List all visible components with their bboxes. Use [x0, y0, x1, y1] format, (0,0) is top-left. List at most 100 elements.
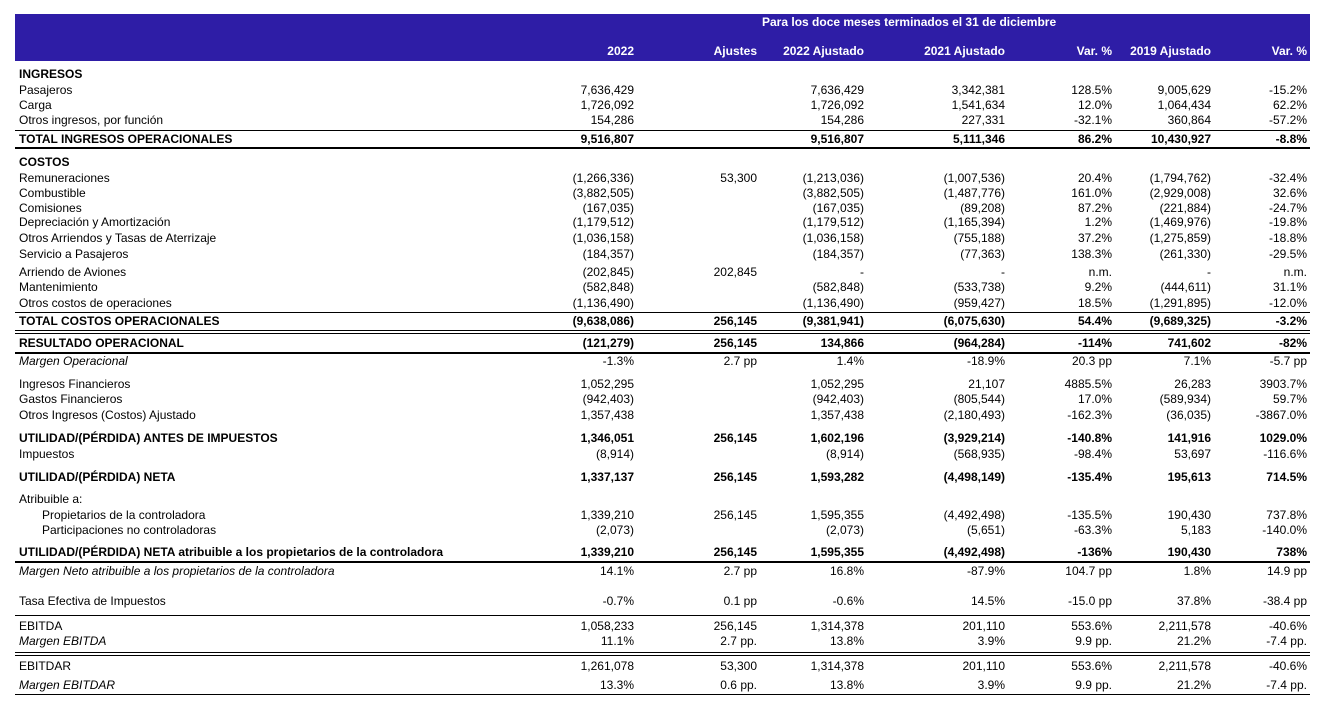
table-cell: (4,492,498) — [943, 545, 1005, 559]
table-cell: 227,331 — [961, 113, 1005, 127]
row-label: TOTAL COSTOS OPERACIONALES — [19, 314, 220, 328]
table-cell: (3,929,214) — [943, 431, 1005, 445]
table-cell: 360,864 — [1167, 113, 1211, 127]
table-cell: 1,339,210 — [580, 545, 634, 559]
table-cell: 3.9% — [977, 634, 1005, 648]
table-cell: (589,934) — [1159, 392, 1211, 406]
table-cell: (8,914) — [825, 447, 864, 461]
table-cell: 9,516,807 — [580, 132, 634, 146]
row-label: Arriendo de Aviones — [19, 265, 127, 279]
table-cell: (2,073) — [825, 523, 864, 537]
table-cell: (1,165,394) — [943, 215, 1005, 229]
table-cell: (1,179,512) — [802, 215, 864, 229]
table-cell: -40.6% — [1268, 659, 1307, 673]
row-label: UTILIDAD/(PÉRDIDA) NETA atribuible a los… — [19, 545, 444, 559]
table-row: Depreciación y Amortización (1,179,512) (1… — [15, 215, 1310, 231]
table-cell: n.m. — [1283, 265, 1307, 279]
table-cell: 2,211,578 — [1158, 659, 1212, 673]
table-cell: 9.9 pp. — [1075, 678, 1112, 692]
table-row: Otros Ingresos (Costos) Ajustado 1,357,43… — [15, 408, 1310, 424]
table-cell: 37.2% — [1077, 231, 1112, 245]
divider — [15, 147, 1310, 149]
table-cell: 14.5% — [970, 594, 1005, 608]
row-label: Margen Operacional — [19, 354, 128, 368]
period-title: Para los doce meses terminados el 31 de … — [762, 15, 1057, 29]
table-cell: (959,427) — [953, 296, 1005, 310]
row-label: Otros Arriendos y Tasas de Aterrizaje — [19, 231, 217, 245]
table-cell: (1,179,512) — [572, 215, 634, 229]
table-cell: (2,073) — [595, 523, 634, 537]
table-row: Otros Arriendos y Tasas de Aterrizaje (1,… — [15, 231, 1310, 247]
row-label: INGRESOS — [19, 67, 83, 81]
table-cell: 7,636,429 — [810, 83, 864, 97]
table-cell: 1,052,295 — [810, 377, 864, 391]
table-cell: 1,261,078 — [580, 659, 634, 673]
row-label: EBITDA — [19, 619, 63, 633]
table-cell: (261,330) — [1159, 247, 1211, 261]
table-cell: -98.4% — [1073, 447, 1112, 461]
table-cell: -7.4 pp. — [1266, 678, 1307, 692]
table-cell: -135.5% — [1067, 508, 1112, 522]
table-cell: (221,884) — [1159, 201, 1211, 215]
table-cell: 1.8% — [1183, 564, 1211, 578]
table-cell: 256,145 — [713, 619, 757, 633]
table-cell: (8,914) — [595, 447, 634, 461]
table-cell: 9,005,629 — [1157, 83, 1211, 97]
table-cell: -32.4% — [1268, 171, 1307, 185]
table-cell: (9,689,325) — [1149, 314, 1211, 328]
table-row: Arriendo de Aviones (202,845) 202,845 - - n.m… — [15, 265, 1310, 281]
table-cell: 32.6% — [1272, 186, 1307, 200]
table-cell: (805,544) — [953, 392, 1005, 406]
divider — [15, 130, 1310, 131]
table-cell: 1,314,378 — [810, 619, 864, 633]
row-label: Atribuible a: — [19, 492, 83, 506]
table-cell: 53,300 — [720, 171, 757, 185]
table-cell: -3867.0% — [1255, 408, 1307, 422]
table-cell: (3,882,505) — [572, 186, 634, 200]
table-cell: -116.6% — [1263, 447, 1307, 461]
table-cell: -38.4 pp — [1262, 594, 1307, 608]
row-label: UTILIDAD/(PÉRDIDA) NETA — [19, 470, 176, 484]
table-cell: 20.3 pp — [1071, 354, 1112, 368]
table-cell: (3,882,505) — [802, 186, 864, 200]
table-cell: (167,035) — [812, 201, 864, 215]
table-cell: (9,638,086) — [572, 314, 634, 328]
table-cell: (533,738) — [953, 280, 1005, 294]
table-cell: 1,337,137 — [580, 470, 634, 484]
table-cell: 86.2% — [1077, 132, 1112, 146]
table-cell: 7.1% — [1183, 354, 1211, 368]
table-cell: -135.4% — [1067, 470, 1112, 484]
table-cell: - — [1207, 265, 1211, 279]
table-cell: 1,058,233 — [580, 619, 634, 633]
table-cell: -114% — [1077, 336, 1112, 350]
table-cell: (121,279) — [582, 336, 634, 350]
table-cell: -15.2% — [1268, 83, 1307, 97]
table-cell: 104.7 pp — [1065, 564, 1112, 578]
table-cell: 13.3% — [599, 678, 634, 692]
table-cell: 1029.0% — [1259, 431, 1307, 445]
table-cell: 37.8% — [1176, 594, 1211, 608]
table-cell: 26,283 — [1174, 377, 1211, 391]
row-label: UTILIDAD/(PÉRDIDA) ANTES DE IMPUESTOS — [19, 431, 278, 445]
table-cell: 2,211,578 — [1158, 619, 1212, 633]
table-cell: 141,916 — [1167, 431, 1211, 445]
table-cell: 1,593,282 — [810, 470, 864, 484]
table-cell: 1.4% — [836, 354, 864, 368]
table-row: Ingresos Financieros 1,052,295 1,052,295 21… — [15, 377, 1310, 393]
table-cell: 3903.7% — [1259, 377, 1307, 391]
table-cell: (582,848) — [582, 280, 634, 294]
table-row: Atribuible a: — [15, 492, 1310, 508]
table-row: Pasajeros 7,636,429 7,636,429 3,342,381 128.… — [15, 83, 1310, 99]
table-cell: (167,035) — [582, 201, 634, 215]
table-row: Remuneraciones (1,266,336) 53,300 (1,213,03… — [15, 171, 1310, 187]
row-label: Margen Neto atribuible a los propietario… — [19, 564, 335, 578]
table-row: EBITDAR 1,261,078 53,300 1,314,378 201,110 55… — [15, 659, 1310, 675]
table-cell: 1,346,051 — [580, 431, 634, 445]
table-cell: (5,651) — [966, 523, 1005, 537]
table-cell: - — [1001, 265, 1005, 279]
table-cell: 195,613 — [1167, 470, 1211, 484]
row-label: Participaciones no controladoras — [42, 523, 217, 537]
table-row: INGRESOS — [15, 67, 1310, 83]
table-cell: 2.7 pp. — [720, 634, 757, 648]
table-row: Otros costos de operaciones (1,136,490) (1… — [15, 296, 1310, 312]
